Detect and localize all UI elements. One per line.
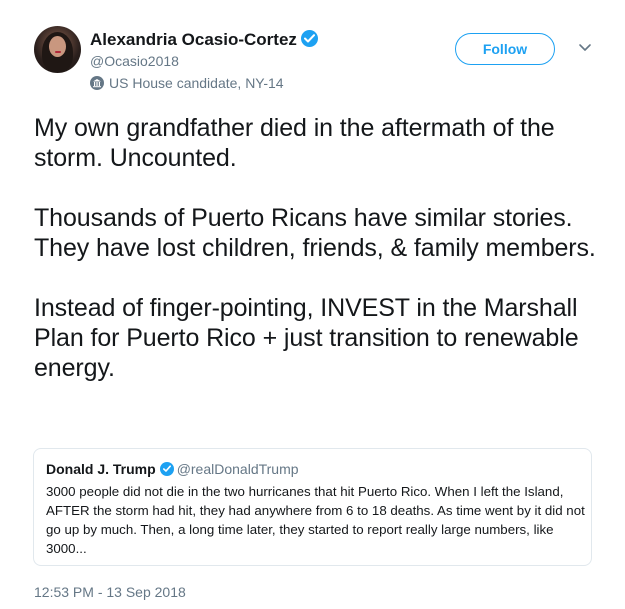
- author-label-text: US House candidate, NY-14: [109, 75, 284, 91]
- quoted-tweet-card[interactable]: Donald J. Trump @realDonaldTrump 3000 peo…: [33, 448, 592, 566]
- chevron-down-icon[interactable]: [578, 43, 592, 53]
- quoted-tweet-text: 3000 people did not die in the two hurri…: [46, 484, 585, 556]
- quoted-tweet-header: Donald J. Trump @realDonaldTrump: [46, 461, 299, 477]
- government-building-icon: [90, 76, 104, 90]
- author-name-row[interactable]: Alexandria Ocasio-Cortez: [90, 30, 318, 50]
- follow-button[interactable]: Follow: [455, 33, 555, 65]
- author-avatar[interactable]: [34, 26, 81, 73]
- avatar-face: [49, 36, 66, 57]
- author-name[interactable]: Alexandria Ocasio-Cortez: [90, 30, 297, 49]
- author-label: US House candidate, NY-14: [90, 75, 284, 91]
- tweet-paragraph: My own grandfather died in the aftermath…: [34, 114, 555, 172]
- tweet-text: My own grandfather died in the aftermath…: [34, 113, 609, 383]
- tweet-timestamp[interactable]: 12:53 PM - 13 Sep 2018: [34, 584, 186, 600]
- quoted-author-name: Donald J. Trump: [46, 461, 156, 477]
- verified-badge-icon: [300, 30, 318, 47]
- tweet-paragraph: Thousands of Puerto Ricans have similar …: [34, 204, 596, 262]
- tweet-paragraph: Instead of finger-pointing, INVEST in th…: [34, 294, 579, 382]
- quoted-verified-badge-icon: [159, 462, 174, 476]
- author-handle[interactable]: @Ocasio2018: [90, 53, 179, 69]
- avatar-lips: [55, 51, 61, 53]
- quoted-author-handle: @realDonaldTrump: [176, 461, 299, 477]
